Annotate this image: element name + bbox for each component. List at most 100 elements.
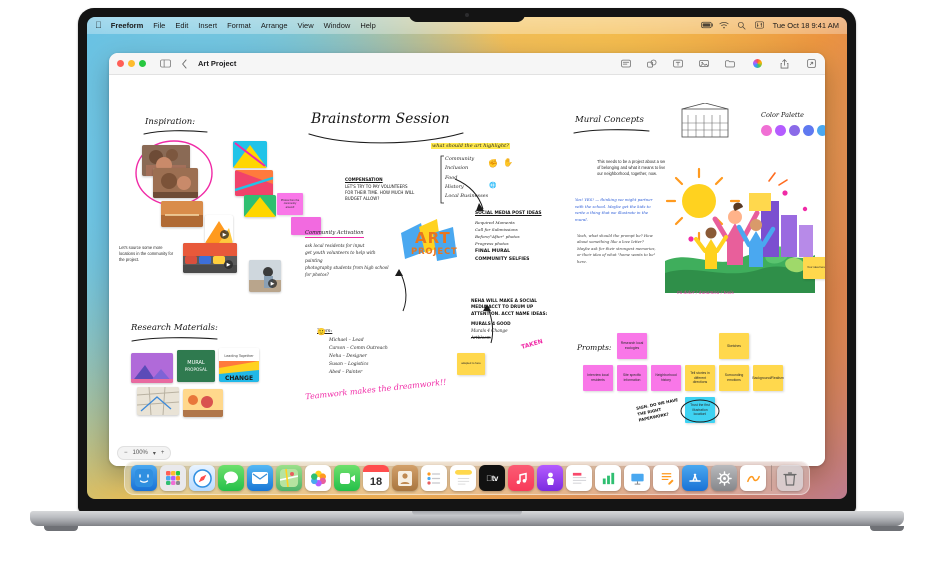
neha-idea-1: Murals 4 Change <box>471 328 508 334</box>
minimize-button[interactable] <box>128 60 135 67</box>
dock-item-notes[interactable] <box>450 465 476 491</box>
control-center-icon[interactable] <box>754 21 765 31</box>
share-icon[interactable] <box>779 58 790 69</box>
zoom-out-button[interactable]: − <box>124 450 128 456</box>
dock-item-freeform[interactable] <box>740 465 766 491</box>
team-block: Team: Michael – Lead Carson – Comm Outre… <box>317 319 397 376</box>
palette-swatch-0[interactable] <box>761 125 772 136</box>
zoom-level-label[interactable]: 100% <box>133 450 148 456</box>
collaborate-icon[interactable] <box>753 59 762 68</box>
menu-bar-clock[interactable]: Tue Oct 18 9:41 AM <box>773 21 839 30</box>
menu-item-help[interactable]: Help <box>360 21 375 30</box>
dock-item-safari[interactable] <box>189 465 215 491</box>
sticky-note-tell-stories[interactable]: Tell stories in different directions <box>685 365 715 391</box>
dock-item-mail[interactable] <box>247 465 273 491</box>
media-icon[interactable] <box>698 58 709 69</box>
palette-swatch-4[interactable] <box>817 125 825 136</box>
menu-item-view[interactable]: View <box>298 21 314 30</box>
photo-orange-triangle[interactable]: ▶ <box>205 215 233 243</box>
dock-item-maps[interactable] <box>276 465 302 491</box>
palette-swatch-2[interactable] <box>789 125 800 136</box>
dock-item-photos[interactable] <box>305 465 331 491</box>
shapes-icon[interactable] <box>646 58 657 69</box>
search-icon[interactable] <box>737 21 747 31</box>
battery-icon[interactable] <box>700 21 713 31</box>
compensation-note: COMPENSATION LET'S TRY TO PAY VOLUNTEERS… <box>345 177 417 202</box>
sticky-note-your-idea[interactable]: Your idea here <box>803 257 825 279</box>
sticky-note-adapted[interactable]: adapted to here <box>457 353 485 375</box>
dock-item-tv[interactable]: tv <box>479 465 505 491</box>
photo-mural-wall[interactable] <box>161 201 203 227</box>
photo-family-2[interactable] <box>153 168 198 198</box>
dock-item-settings[interactable] <box>711 465 737 491</box>
dock-item-contacts[interactable] <box>392 465 418 491</box>
chevron-down-icon[interactable]: ▾ <box>153 450 156 457</box>
sticky-note-photos[interactable]: Photos from the community around! <box>277 193 303 215</box>
freeform-canvas[interactable]: Inspiration: Photos from the community a… <box>109 75 825 466</box>
dock-item-news[interactable] <box>566 465 592 491</box>
palette-swatch-1[interactable] <box>775 125 786 136</box>
macbook-device:  Freeform File Edit Insert Format Arran… <box>30 8 904 531</box>
sticky-note-site-info[interactable]: Site specific information <box>617 365 647 391</box>
camera-icon <box>465 13 469 17</box>
research-image-mural-proposal[interactable]: MURAL PROPOSAL <box>177 350 215 382</box>
color-palette-swatches[interactable] <box>761 125 825 136</box>
dock-item-numbers[interactable] <box>595 465 621 491</box>
play-button-3[interactable]: ▶ <box>268 279 277 288</box>
dock-item-calendar[interactable]: 18 <box>363 465 389 491</box>
menu-item-insert[interactable]: Insert <box>198 21 217 30</box>
research-image-community[interactable] <box>183 389 223 417</box>
menu-item-edit[interactable]: Edit <box>175 21 188 30</box>
dock-item-launchpad[interactable] <box>160 465 186 491</box>
dock-item-messages[interactable] <box>218 465 244 491</box>
dock-item-music[interactable] <box>508 465 534 491</box>
sidebar-icon[interactable] <box>160 58 171 69</box>
insert-file-icon[interactable] <box>724 58 735 69</box>
laptop-base-notch <box>412 511 522 516</box>
sticky-note-surrounding-emotions[interactable]: Surrounding emotions <box>719 365 749 391</box>
dock-item-trash[interactable] <box>777 465 803 491</box>
zoom-icon[interactable] <box>806 58 817 69</box>
menu-item-file[interactable]: File <box>153 21 165 30</box>
palette-swatch-3[interactable] <box>803 125 814 136</box>
belonging-note: This needs to be a project about a sense… <box>597 159 671 176</box>
sticky-note-sketches[interactable]: Sketches <box>719 333 749 359</box>
menu-item-window[interactable]: Window <box>324 21 351 30</box>
dock-item-facetime[interactable] <box>334 465 360 491</box>
dock-separator <box>771 465 772 491</box>
zoom-in-button[interactable]: + <box>161 450 165 456</box>
zoom-button[interactable] <box>139 60 146 67</box>
dock-item-appstore[interactable] <box>682 465 708 491</box>
sticky-note-interview-residents[interactable]: Interview local residents <box>583 365 613 391</box>
menu-item-freeform[interactable]: Freeform <box>111 21 144 30</box>
dock-item-finder[interactable] <box>131 465 157 491</box>
dock-item-podcasts[interactable] <box>537 465 563 491</box>
photo-person-beach[interactable]: ▶ <box>249 260 281 292</box>
close-button[interactable] <box>117 60 124 67</box>
sticky-note-background-realism[interactable]: Background/Realism <box>752 365 784 391</box>
photo-art-abstract-2[interactable] <box>235 170 273 196</box>
wifi-icon[interactable] <box>719 21 729 31</box>
sticky-note-research-ecologies[interactable]: Research local ecologies <box>617 333 647 359</box>
document-title[interactable]: Art Project <box>198 59 236 68</box>
dock-item-reminders[interactable] <box>421 465 447 491</box>
dock-item-keynote[interactable] <box>624 465 650 491</box>
photo-art-abstract-1[interactable] <box>233 141 267 168</box>
apple-menu-icon[interactable]:  <box>95 21 102 30</box>
dock-item-pages[interactable] <box>653 465 679 491</box>
sticky-note-neighborhood-history[interactable]: Neighborhood history <box>651 365 681 391</box>
play-button-1[interactable]: ▶ <box>220 230 229 239</box>
play-button-2[interactable]: ▶ <box>224 260 233 269</box>
zoom-control[interactable]: − 100% ▾ + <box>117 446 172 460</box>
photo-art-abstract-3[interactable] <box>244 195 276 217</box>
menu-item-arrange[interactable]: Arrange <box>261 21 288 30</box>
photo-street-cars[interactable]: ▶ <box>183 243 237 273</box>
research-image-leading-together[interactable]: Leading Together CHANGE <box>219 348 259 382</box>
research-image-map[interactable] <box>137 387 179 415</box>
research-image-landscape[interactable] <box>131 353 173 383</box>
menu-item-format[interactable]: Format <box>227 21 251 30</box>
sticky-note-icon[interactable] <box>620 58 631 69</box>
chevron-left-icon[interactable] <box>179 58 190 69</box>
text-box-icon[interactable] <box>672 58 683 69</box>
mural-illustration[interactable] <box>665 153 815 298</box>
